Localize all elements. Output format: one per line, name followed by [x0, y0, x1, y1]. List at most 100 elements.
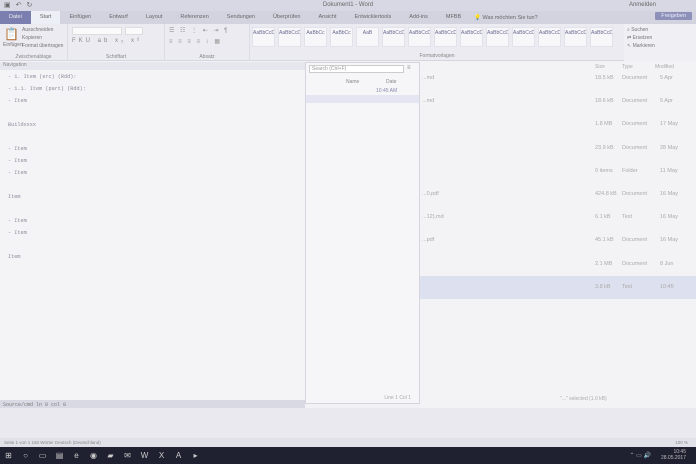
tab-addins[interactable]: Add-ins — [400, 11, 437, 24]
word-icon[interactable]: W — [136, 447, 153, 464]
tab-file[interactable]: Datei — [0, 11, 31, 24]
tab-developer[interactable]: Entwicklertools — [346, 11, 401, 24]
text-editor[interactable]: - 1. Item (src) (Rdd): - 1.1. Item (part… — [0, 70, 305, 410]
file-type: Document — [622, 75, 648, 81]
ribbon-tab-bar: Datei Start Einfügen Entwurf Layout Refe… — [0, 11, 696, 24]
taskbar-clock[interactable]: 10:45 28.05.2017 — [661, 449, 686, 461]
folder-icon[interactable]: ▰ — [102, 447, 119, 464]
style-preset[interactable]: AaBbCcD — [434, 27, 457, 47]
file-row[interactable]: ...md 18.6 kB Document 5 Apr — [420, 90, 696, 113]
tell-me-search[interactable]: 💡 Was möchten Sie tun? — [474, 15, 538, 21]
style-preset[interactable]: AaBbCc — [330, 27, 353, 47]
file-row[interactable]: ...md 18.5 kB Document 5 Apr — [420, 67, 696, 90]
style-preset[interactable]: AaBbCcD — [408, 27, 431, 47]
style-preset[interactable]: AaB — [356, 27, 379, 47]
paste-button[interactable]: Einfügen — [3, 42, 23, 48]
share-label: Freigeben — [661, 13, 686, 19]
editor-line: - Item — [8, 146, 27, 152]
file-date: 28 May — [660, 144, 679, 151]
clock-date: 28.05.2017 — [660, 455, 686, 461]
start-icon[interactable]: ⊞ — [0, 447, 17, 464]
chrome-icon[interactable]: ◉ — [85, 447, 102, 464]
tab-mfbb[interactable]: MFBB — [437, 11, 470, 24]
find-button[interactable]: ⌕ Suchen — [627, 27, 693, 33]
file-row[interactable]: ...pdf 45.1 kB Document 16 May — [420, 229, 696, 252]
file-row[interactable]: 0 items Folder 11 May — [420, 160, 696, 183]
explorer-icon[interactable]: ▤ — [51, 447, 68, 464]
list-buttons[interactable]: ☰ ☷ ⋮ ⇤ ⇥ ¶ — [169, 27, 229, 34]
editor-line: - Item — [8, 230, 27, 236]
format-painter-button[interactable]: Format übertragen — [22, 43, 63, 49]
edge-icon[interactable]: e — [68, 447, 85, 464]
style-preset[interactable]: AaBbCcDd — [564, 27, 587, 47]
file-date: 5 Apr — [660, 75, 673, 81]
file-type: Document — [622, 237, 648, 244]
tab-mailings[interactable]: Sendungen — [218, 11, 264, 24]
sign-in-link[interactable]: Anmelden — [629, 2, 656, 8]
align-buttons[interactable]: ≡ ≡ ≡ ≡ ↕ ▦ — [169, 38, 222, 45]
style-preset[interactable]: AaBbCcD — [382, 27, 405, 47]
explorer-header-name[interactable]: Name — [346, 79, 359, 85]
file-row[interactable]: 23.9 kB Document 28 May — [420, 137, 696, 160]
taskbar-icons: ⊞ ○ ▭ ▤ e ◉ ▰ ✉ W X A ▸ — [0, 447, 204, 464]
tab-layout[interactable]: Layout — [137, 11, 172, 24]
style-preset[interactable]: AaBbCc — [304, 27, 327, 47]
explorer-header-date[interactable]: Date — [386, 79, 397, 85]
file-date: 17 May — [660, 121, 679, 128]
copy-button[interactable]: Kopieren — [22, 35, 42, 41]
style-preset[interactable]: AaBbCcD — [512, 27, 535, 47]
select-button[interactable]: ↖ Markieren — [627, 43, 693, 49]
tab-insert[interactable]: Einfügen — [60, 11, 100, 24]
file-name: ...0.pdf — [422, 191, 439, 197]
style-preset[interactable]: AaBbCcDd — [278, 27, 301, 47]
clipboard-group: 📋 Einfügen Ausschneiden Kopieren Format … — [0, 24, 68, 61]
select-label: Markieren — [632, 43, 655, 49]
file-row[interactable]: 1.8 MB Document 17 May — [420, 113, 696, 136]
font-format-buttons[interactable]: FKU ab x₂ x² — [72, 38, 142, 44]
tell-me-label: Was möchten Sie tun? — [482, 14, 538, 21]
replace-button[interactable]: ⇄ Ersetzen — [627, 35, 693, 41]
font-group: FKU ab x₂ x² Schriftart — [68, 24, 165, 61]
explorer-selected-row[interactable] — [306, 95, 419, 103]
style-preset[interactable]: AaBbCcD — [486, 27, 509, 47]
style-preset[interactable]: AaBbCcD — [460, 27, 483, 47]
explorer-search-input[interactable]: Search (Ctrl+F) — [309, 65, 404, 73]
style-preset[interactable]: AaBbCcDd — [252, 27, 275, 47]
file-date: 10:45 — [660, 283, 674, 290]
cut-button[interactable]: Ausschneiden — [22, 27, 53, 33]
style-preset[interactable]: AaBbCcD — [538, 27, 561, 47]
file-name: ...md — [422, 98, 435, 105]
style-preset[interactable]: AaBbCcD — [590, 27, 613, 47]
font-group-label: Schriftart — [105, 54, 126, 60]
tab-view[interactable]: Ansicht — [309, 11, 345, 24]
terminal-icon[interactable]: ▸ — [187, 447, 204, 464]
font-name-dropdown[interactable] — [72, 27, 122, 35]
search-icon: ⌕ — [627, 27, 630, 33]
file-row[interactable]: 3.8 kB Text 10:45 — [420, 275, 696, 299]
acrobat-icon[interactable]: A — [170, 447, 187, 464]
file-date: 11 May — [660, 167, 678, 174]
file-size: 2.1 MB — [595, 260, 613, 267]
file-date: 8 Jun — [660, 260, 674, 267]
file-row[interactable]: 2.1 MB Document 8 Jun — [420, 253, 696, 276]
font-size-dropdown[interactable] — [125, 27, 143, 35]
mail-icon[interactable]: ✉ — [119, 447, 136, 464]
file-row[interactable] — [420, 299, 696, 322]
tab-design[interactable]: Entwurf — [100, 11, 137, 24]
tab-review[interactable]: Überprüfen — [264, 11, 310, 24]
file-size: 45.1 kB — [595, 237, 614, 244]
tab-references[interactable]: Referenzen — [171, 11, 217, 24]
zoom-level[interactable]: 100 % — [675, 438, 688, 447]
excel-icon[interactable]: X — [153, 447, 170, 464]
share-button[interactable]: Freigeben — [655, 12, 692, 20]
system-tray[interactable]: ⌃ ▭ 🔊 — [629, 452, 651, 459]
taskview-icon[interactable]: ▭ — [34, 447, 51, 464]
document-bottom-area — [0, 408, 696, 438]
paste-icon[interactable]: 📋 — [4, 27, 19, 41]
tab-home[interactable]: Start — [30, 11, 61, 24]
menu-icon[interactable]: ≡ — [407, 65, 411, 71]
file-row[interactable]: ...0.pdf 424.8 kB Document 16 May — [420, 183, 696, 206]
file-type: Document — [622, 260, 648, 267]
search-icon[interactable]: ○ — [17, 447, 34, 464]
file-row[interactable]: ...12).md 6.1 kB Text 16 May — [420, 206, 696, 229]
